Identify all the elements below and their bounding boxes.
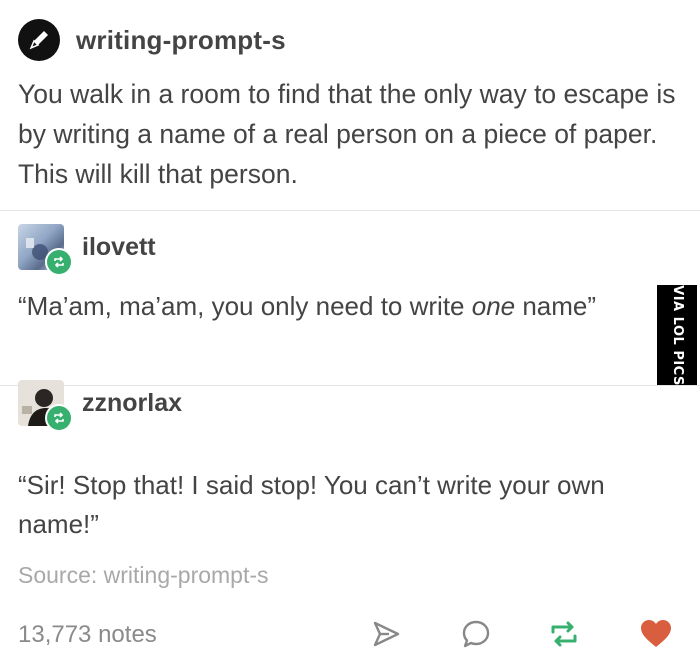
- op-header: writing-prompt-s: [18, 18, 286, 62]
- source-link[interactable]: Source: writing-prompt-s: [18, 562, 269, 589]
- reblog-username[interactable]: ilovett: [82, 233, 156, 262]
- reblog-username[interactable]: zznorlax: [82, 389, 182, 418]
- watermark-text: VIA LOL PICS: [669, 284, 685, 386]
- reblog-header-zznorlax: zznorlax: [18, 380, 182, 432]
- reblog-text-part: “Ma’am, ma’am, you only need to write: [18, 291, 472, 321]
- tumblr-post: writing-prompt-s You walk in a room to f…: [0, 0, 700, 661]
- reblog-text: “Sir! Stop that! I said stop! You can’t …: [18, 470, 605, 539]
- reblog-text-part: name”: [515, 291, 597, 321]
- reblog-badge-icon: [45, 248, 73, 276]
- divider: [0, 210, 700, 211]
- reblog-badge-icon: [45, 404, 73, 432]
- op-username[interactable]: writing-prompt-s: [76, 25, 286, 56]
- notes-count[interactable]: 13,773 notes: [18, 621, 157, 649]
- reblog-icon[interactable]: [546, 615, 582, 653]
- watermark: VIA LOL PICS: [657, 285, 697, 385]
- reblog-text: “Ma’am, ma’am, you only need to write on…: [18, 287, 658, 326]
- reblog-header-ilovett: ilovett: [18, 224, 156, 276]
- op-avatar[interactable]: [18, 19, 60, 61]
- like-icon[interactable]: [638, 615, 674, 653]
- reply-icon[interactable]: [458, 615, 494, 653]
- share-icon[interactable]: [368, 615, 404, 653]
- op-post-text: You walk in a room to find that the only…: [18, 79, 676, 189]
- reblog-text-emphasis: one: [471, 291, 516, 321]
- avatar[interactable]: [18, 224, 73, 276]
- pen-icon: [29, 31, 48, 50]
- avatar[interactable]: [18, 380, 73, 432]
- post-footer: 13,773 notes: [18, 615, 682, 657]
